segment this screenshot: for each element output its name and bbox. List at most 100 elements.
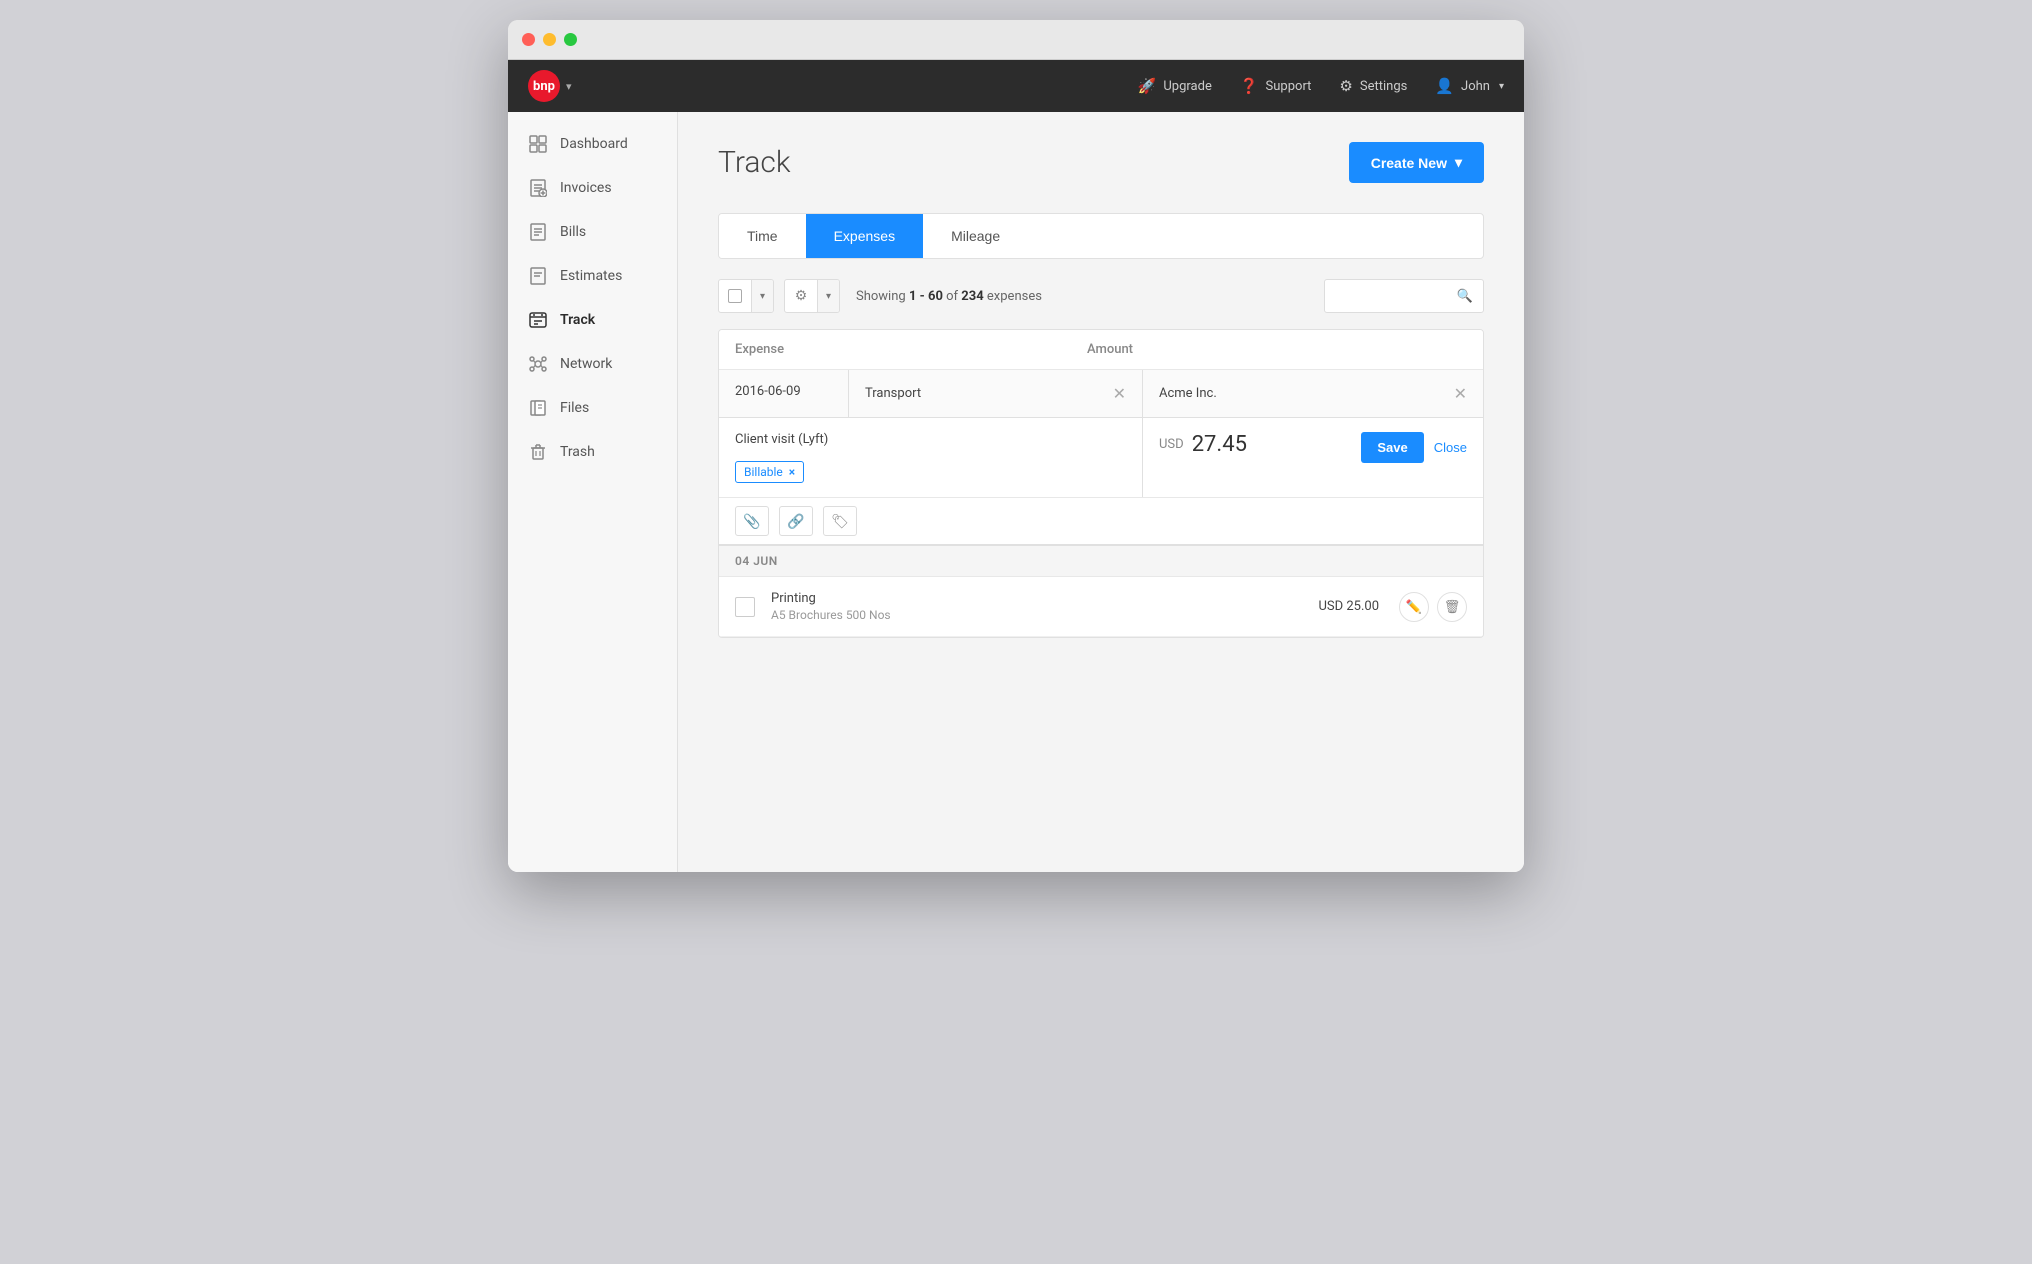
row-amount: USD 25.00 [1179,599,1379,614]
edit-date-value: 2016-06-09 [735,384,801,399]
tab-time[interactable]: Time [719,214,806,258]
date-section: 04 JUN [719,546,1483,577]
track-icon [528,310,548,330]
paperclip-icon: 📎 [743,513,760,530]
logo-caret-icon: ▾ [566,80,572,93]
col-amount-header: Amount [1087,342,1467,357]
sidebar-item-estimates[interactable]: Estimates [508,254,677,298]
support-nav-item[interactable]: ❓ Support [1240,77,1312,95]
checkbox-dropdown-arrow[interactable]: ▾ [751,280,773,312]
amount-area: USD 27.45 [1159,432,1247,457]
bills-icon [528,222,548,242]
edit-toolbar: 📎 🔗 🏷 [719,497,1483,544]
search-icon: 🔍 [1457,289,1473,304]
client-clear-icon[interactable]: ✕ [1454,384,1467,403]
logo-area[interactable]: bnp ▾ [528,70,572,102]
app-window: bnp ▾ 🚀 Upgrade ❓ Support ⚙ Settings 👤 J… [508,20,1524,872]
support-icon: ❓ [1240,77,1259,95]
actions-dropdown-arrow[interactable]: ▾ [817,280,839,312]
nav-items: 🚀 Upgrade ❓ Support ⚙ Settings 👤 John ▾ [1138,77,1504,95]
close-button[interactable]: Close [1434,440,1467,455]
expense-edit-row: 2016-06-09 Transport ✕ Acme Inc. ✕ [719,370,1483,546]
files-icon [528,398,548,418]
gear-icon: ⚙ [785,280,817,312]
row-title: Printing [771,591,1179,606]
page-header: Track Create New ▾ [718,142,1484,183]
create-new-button[interactable]: Create New ▾ [1349,142,1484,183]
toolbar: ▾ ⚙ ▾ Showing 1 - 60 of 234 expenses 🔍 [718,279,1484,313]
user-menu[interactable]: 👤 John ▾ [1435,77,1504,95]
main-content: Track Create New ▾ TimeExpensesMileage ▾ [678,112,1524,872]
sidebar-item-files[interactable]: Files [508,386,677,430]
expense-table: Expense Amount 2016-06-09 Transport ✕ [718,329,1484,638]
expense-rows: Printing A5 Brochures 500 Nos USD 25.00 … [719,577,1483,637]
sidebar-item-invoices[interactable]: Invoices [508,166,677,210]
create-new-caret-icon: ▾ [1455,154,1462,171]
settings-nav-item[interactable]: ⚙ Settings [1339,77,1407,95]
tab-expenses[interactable]: Expenses [806,214,923,258]
upgrade-nav-item[interactable]: 🚀 Upgrade [1138,77,1212,95]
actions-dropdown[interactable]: ⚙ ▾ [784,279,840,313]
tag-button[interactable]: 🏷 [823,506,857,536]
search-input[interactable] [1335,289,1457,304]
tabs-container: TimeExpensesMileage [718,213,1484,259]
close-dot[interactable] [522,33,535,46]
link-button[interactable]: 🔗 [779,506,813,536]
edit-category-value: Transport [865,386,921,401]
sidebar-label-dashboard: Dashboard [560,136,628,152]
sidebar-label-invoices: Invoices [560,180,612,196]
trash-icon [528,442,548,462]
edit-category-field[interactable]: Transport ✕ [849,370,1143,417]
titlebar [508,20,1524,60]
edit-top: 2016-06-09 Transport ✕ Acme Inc. ✕ [719,370,1483,417]
link-icon: 🔗 [787,513,804,530]
row-actions: ✏️ 🗑 [1399,592,1467,622]
edit-date-field[interactable]: 2016-06-09 [719,370,849,417]
edit-client-field[interactable]: Acme Inc. ✕ [1143,370,1483,417]
sidebar-label-network: Network [560,356,612,372]
sidebar-item-trash[interactable]: Trash [508,430,677,474]
edit-bottom: Client visit (Lyft) Billable × USD 27.45 [719,417,1483,497]
row-name: Printing A5 Brochures 500 Nos [771,591,1179,622]
showing-text: Showing 1 - 60 of 234 expenses [856,289,1042,304]
edit-description-area: Client visit (Lyft) Billable × [719,418,1143,497]
sidebar-label-estimates: Estimates [560,268,622,284]
search-box[interactable]: 🔍 [1324,279,1484,313]
logo-badge: bnp [528,70,560,102]
upgrade-label: Upgrade [1163,79,1211,94]
dashboard-icon [528,134,548,154]
user-label: John [1461,79,1490,94]
sidebar-item-track[interactable]: Track [508,298,677,342]
maximize-dot[interactable] [564,33,577,46]
network-icon [528,354,548,374]
sidebar-item-dashboard[interactable]: Dashboard [508,122,677,166]
billable-tag: Billable × [735,461,804,483]
tab-mileage[interactable]: Mileage [923,214,1028,258]
topnav: bnp ▾ 🚀 Upgrade ❓ Support ⚙ Settings 👤 J… [508,60,1524,112]
select-all-checkbox[interactable] [719,280,751,312]
user-icon: 👤 [1435,77,1454,95]
sidebar-item-bills[interactable]: Bills [508,210,677,254]
page-title: Track [718,145,791,180]
sidebar-label-files: Files [560,400,589,416]
minimize-dot[interactable] [543,33,556,46]
select-all-dropdown[interactable]: ▾ [718,279,774,313]
sidebar: Dashboard Invoices Bills Estimates Track… [508,112,678,872]
row-checkbox[interactable] [735,597,755,617]
col-expense-header: Expense [735,342,1087,357]
action-buttons: Save Close [1361,432,1467,463]
sidebar-label-track: Track [560,312,595,328]
category-clear-icon[interactable]: ✕ [1113,384,1126,403]
billable-tag-remove[interactable]: × [789,465,795,479]
row-description: A5 Brochures 500 Nos [771,608,1179,622]
settings-label: Settings [1360,79,1407,94]
app-body: Dashboard Invoices Bills Estimates Track… [508,112,1524,872]
sidebar-item-network[interactable]: Network [508,342,677,386]
attach-file-button[interactable]: 📎 [735,506,769,536]
create-new-label: Create New [1371,155,1447,171]
showing-total: 234 [961,289,983,304]
save-button[interactable]: Save [1361,432,1423,463]
delete-row-button[interactable]: 🗑 [1437,592,1467,622]
edit-row-button[interactable]: ✏️ [1399,592,1429,622]
estimates-icon [528,266,548,286]
